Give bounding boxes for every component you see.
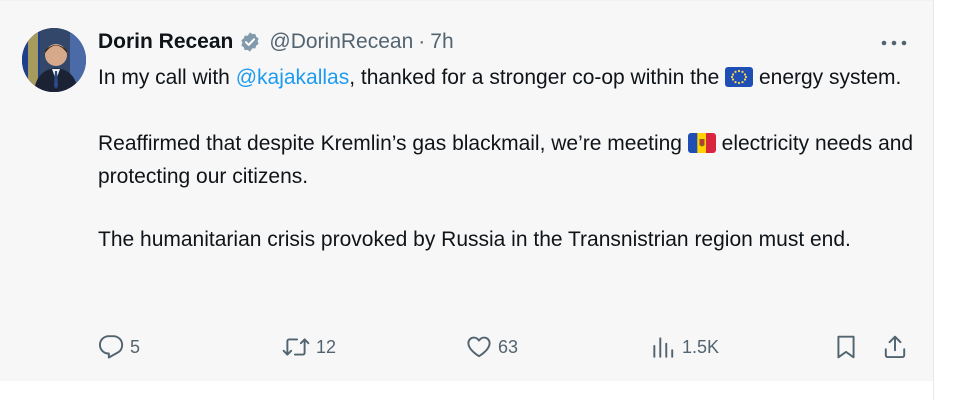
avatar[interactable] bbox=[22, 28, 86, 92]
repost-button[interactable]: 12 bbox=[282, 332, 336, 362]
avatar-image bbox=[22, 28, 86, 92]
tweet-text: In my call with @kajakallas, thanked for… bbox=[98, 63, 918, 255]
tweet-actions: 5 12 63 1.5K bbox=[0, 332, 934, 362]
tweet-header: Dorin Recean @DorinRecean · 7h bbox=[98, 29, 454, 55]
tweet-card[interactable]: Dorin Recean @DorinRecean · 7h In my cal… bbox=[0, 0, 934, 381]
tweet-timestamp[interactable]: 7h bbox=[430, 30, 453, 54]
tweet-text-segment: In my call with bbox=[98, 66, 236, 89]
bookmark-button[interactable] bbox=[834, 332, 858, 362]
reply-icon bbox=[98, 334, 124, 360]
views-button[interactable]: 1.5K bbox=[650, 332, 719, 362]
like-button[interactable]: 63 bbox=[466, 332, 518, 362]
views-chart-icon bbox=[650, 334, 676, 360]
author-name[interactable]: Dorin Recean bbox=[98, 30, 233, 54]
reply-count: 5 bbox=[130, 336, 141, 357]
heart-icon bbox=[466, 334, 492, 360]
timeline-border bbox=[933, 0, 934, 400]
tweet-paragraph-2: Reaffirmed that despite Kremlin’s gas bl… bbox=[98, 129, 918, 192]
header-separator: · bbox=[418, 30, 426, 53]
share-icon bbox=[882, 334, 908, 360]
tweet-text-segment: Reaffirmed that despite Kremlin’s gas bl… bbox=[98, 132, 688, 155]
tweet-text-segment: energy system. bbox=[753, 66, 902, 89]
repost-count: 12 bbox=[316, 336, 337, 357]
like-count: 63 bbox=[498, 336, 519, 357]
views-count: 1.5K bbox=[682, 336, 720, 357]
tweet-paragraph-1: In my call with @kajakallas, thanked for… bbox=[98, 63, 918, 96]
repost-icon bbox=[282, 334, 310, 360]
mention-link[interactable]: @kajakallas bbox=[236, 66, 350, 89]
bookmark-icon bbox=[834, 334, 858, 360]
share-button[interactable] bbox=[882, 332, 908, 362]
tweet-paragraph-3: The humanitarian crisis provoked by Russ… bbox=[98, 228, 851, 251]
tweet-text-segment: , thanked for a stronger co-op within th… bbox=[349, 66, 726, 89]
reply-button[interactable]: 5 bbox=[98, 332, 140, 362]
verified-badge-icon[interactable] bbox=[239, 31, 261, 53]
moldova-flag-icon bbox=[687, 132, 716, 162]
author-handle[interactable]: @DorinRecean bbox=[269, 30, 413, 54]
more-options-icon[interactable] bbox=[878, 33, 910, 53]
eu-flag-icon bbox=[725, 66, 754, 96]
